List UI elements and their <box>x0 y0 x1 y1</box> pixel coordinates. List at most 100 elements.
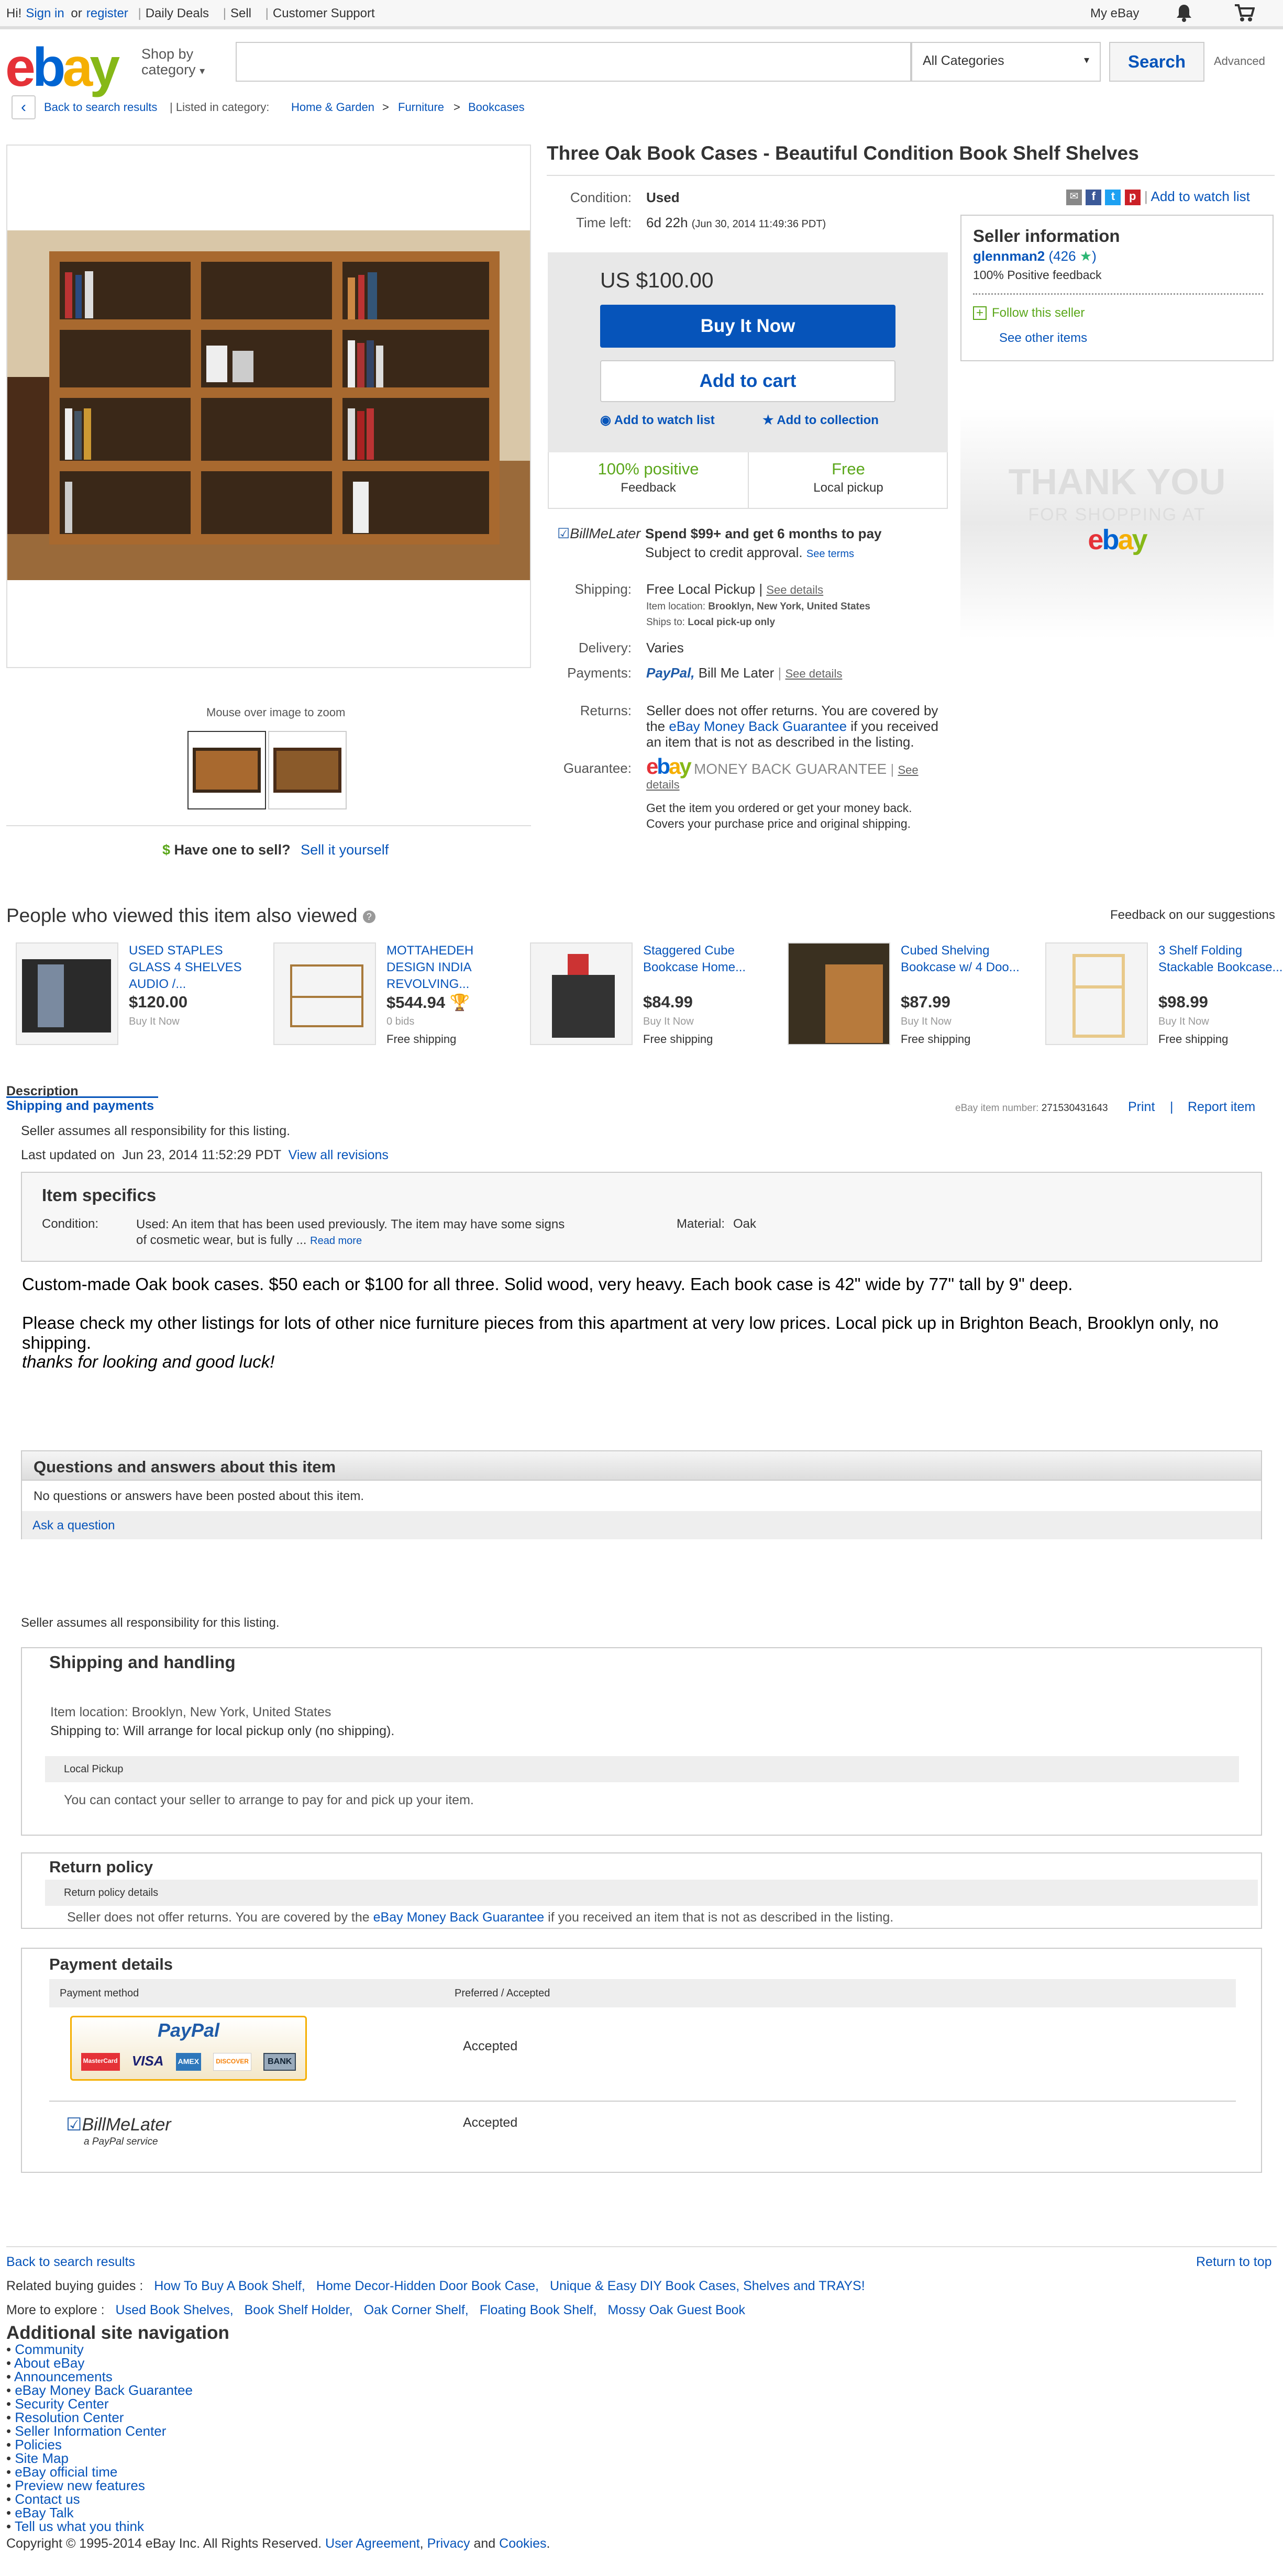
sell-link[interactable]: Sell <box>230 6 251 20</box>
also-viewed-card[interactable]: Staggered Cube Bookcase Home... $84.99 B… <box>521 942 772 1052</box>
nav-mbg[interactable]: eBay Money Back Guarantee <box>6 2383 193 2397</box>
feedback-percent: 100% positive <box>598 460 699 478</box>
tab-shipping-payments[interactable]: Shipping and payments <box>6 1098 154 1114</box>
footer-back-link[interactable]: Back to search results <box>6 2255 135 2270</box>
product-title[interactable]: MOTTAHEDEH DESIGN INDIA REVOLVING... <box>386 942 512 993</box>
pinterest-icon[interactable]: p <box>1124 190 1141 206</box>
also-viewed-card[interactable]: Cubed Shelving Bookcase w/ 4 Doo... $87.… <box>778 942 1030 1052</box>
shop-by-category[interactable]: Shop by category ▾ <box>141 46 205 79</box>
buy-it-now-button[interactable]: Buy It Now <box>600 305 895 348</box>
add-to-watch-list-link[interactable]: Add to watch list <box>1151 188 1250 204</box>
nav-feedback[interactable]: Tell us what you think <box>6 2519 193 2533</box>
nav-announcements[interactable]: Announcements <box>6 2370 193 2383</box>
cart-icon[interactable] <box>1234 3 1255 23</box>
sell-it-yourself-link[interactable]: Sell it yourself <box>301 842 389 858</box>
product-thumbnail[interactable] <box>16 942 118 1045</box>
nav-official-time[interactable]: eBay official time <box>6 2465 193 2479</box>
search-button[interactable]: Search <box>1109 42 1204 82</box>
also-viewed-card[interactable]: USED STAPLES GLASS 4 SHELVES AUDIO /... … <box>6 942 258 1052</box>
customer-support-link[interactable]: Customer Support <box>273 6 375 20</box>
guide-link[interactable]: Unique & Easy DIY Book Cases, Shelves an… <box>550 2279 865 2293</box>
ships-to: Ships to: Local pick-up only <box>646 617 776 628</box>
notification-bell-icon[interactable] <box>1175 3 1193 23</box>
return-details-label: Return policy details <box>64 1887 159 1898</box>
amex-icon: AMEX <box>175 2053 202 2071</box>
explore-link[interactable]: Used Book Shelves, <box>116 2303 234 2317</box>
guide-link[interactable]: How To Buy A Book Shelf, <box>154 2279 305 2293</box>
watch-list-link[interactable]: ◉ Add to watch list <box>600 413 715 428</box>
guide-link[interactable]: Home Decor-Hidden Door Book Case, <box>316 2279 539 2293</box>
add-to-cart-button[interactable]: Add to cart <box>600 360 895 402</box>
sign-in-link[interactable]: Sign in <box>26 6 64 20</box>
add-to-collection-link[interactable]: ★ Add to collection <box>762 413 879 428</box>
product-thumbnail[interactable] <box>1045 942 1148 1045</box>
nav-policies[interactable]: Policies <box>6 2438 193 2451</box>
divider <box>6 2246 1277 2247</box>
return-mbg-link[interactable]: eBay Money Back Guarantee <box>373 1910 545 1925</box>
product-thumbnail[interactable] <box>530 942 633 1045</box>
explore-link[interactable]: Oak Corner Shelf, <box>364 2303 469 2317</box>
search-input[interactable] <box>236 42 911 82</box>
also-viewed-card[interactable]: 3 Shelf Folding Stackable Bookcase... $9… <box>1036 942 1283 1052</box>
product-thumbnail[interactable] <box>788 942 890 1045</box>
ebay-logo[interactable]: ebay <box>5 37 120 99</box>
money-back-guarantee-link[interactable]: eBay Money Back Guarantee <box>669 718 847 734</box>
product-title[interactable]: 3 Shelf Folding Stackable Bookcase... <box>1158 942 1283 976</box>
nav-ebay-talk[interactable]: eBay Talk <box>6 2506 193 2519</box>
see-other-items-link[interactable]: See other items <box>999 331 1087 346</box>
product-title[interactable]: Cubed Shelving Bookcase w/ 4 Doo... <box>901 942 1026 976</box>
cookies-link[interactable]: Cookies <box>499 2536 546 2551</box>
ask-question-link[interactable]: Ask a question <box>32 1518 115 1533</box>
thumbnail-2[interactable] <box>268 731 347 809</box>
category-select[interactable]: All Categories ▾ <box>911 42 1101 82</box>
email-icon[interactable]: ✉ <box>1066 190 1082 206</box>
register-link[interactable]: register <box>86 6 128 20</box>
seller-name[interactable]: glennman2 (426 ★) <box>973 248 1097 264</box>
explore-link[interactable]: Floating Book Shelf, <box>480 2303 597 2317</box>
product-title[interactable]: Staggered Cube Bookcase Home... <box>643 942 769 976</box>
breadcrumb-bookcases[interactable]: Bookcases <box>468 101 525 114</box>
advanced-search-link[interactable]: Advanced <box>1214 54 1265 68</box>
daily-deals-link[interactable]: Daily Deals <box>146 6 209 20</box>
nav-resolution[interactable]: Resolution Center <box>6 2411 193 2424</box>
nav-site-map[interactable]: Site Map <box>6 2451 193 2465</box>
product-thumbnail[interactable] <box>273 942 376 1045</box>
view-revisions-link[interactable]: View all revisions <box>289 1148 389 1162</box>
explore-link[interactable]: Book Shelf Holder, <box>245 2303 353 2317</box>
privacy-link[interactable]: Privacy <box>427 2536 470 2551</box>
visa-icon: VISA <box>131 2053 164 2069</box>
info-icon[interactable]: ? <box>362 911 375 924</box>
user-agreement-link[interactable]: User Agreement <box>325 2536 420 2551</box>
read-more-link[interactable]: Read more <box>310 1235 362 1247</box>
print-link[interactable]: Print <box>1128 1100 1155 1115</box>
qa-heading: Questions and answers about this item <box>34 1458 336 1476</box>
item-photo[interactable] <box>7 230 530 580</box>
nav-community[interactable]: Community <box>6 2342 193 2356</box>
breadcrumb-furniture[interactable]: Furniture <box>398 101 444 114</box>
nav-contact[interactable]: Contact us <box>6 2492 193 2506</box>
report-item-link[interactable]: Report item <box>1188 1100 1255 1115</box>
breadcrumb-home-garden[interactable]: Home & Garden <box>291 101 374 114</box>
payments-see-details-link[interactable]: See details <box>785 667 842 680</box>
also-viewed-card[interactable]: MOTTAHEDEH DESIGN INDIA REVOLVING... $54… <box>264 942 515 1052</box>
return-to-top-link[interactable]: Return to top <box>1196 2255 1272 2270</box>
guarantee-details-link[interactable]: details <box>646 778 680 792</box>
nav-seller-info[interactable]: Seller Information Center <box>6 2424 193 2438</box>
feedback-suggestions-link[interactable]: Feedback on our suggestions <box>1110 908 1275 923</box>
shipping-see-details-link[interactable]: See details <box>766 583 823 596</box>
nav-security[interactable]: Security Center <box>6 2397 193 2411</box>
main-image-panel[interactable] <box>6 145 531 668</box>
back-arrow-icon[interactable]: ‹ <box>12 95 36 119</box>
explore-link[interactable]: Mossy Oak Guest Book <box>607 2303 745 2317</box>
see-terms-link[interactable]: See terms <box>806 548 854 560</box>
follow-seller-link[interactable]: + Follow this seller <box>973 306 1085 320</box>
nav-about[interactable]: About eBay <box>6 2356 193 2370</box>
twitter-icon[interactable]: t <box>1105 190 1121 206</box>
facebook-icon[interactable]: f <box>1086 190 1102 206</box>
my-ebay-link[interactable]: My eBay <box>1090 6 1139 21</box>
nav-preview[interactable]: Preview new features <box>6 2479 193 2492</box>
product-title[interactable]: USED STAPLES GLASS 4 SHELVES AUDIO /... <box>129 942 255 993</box>
thumbnail-1[interactable] <box>187 731 266 809</box>
back-to-results-link[interactable]: Back to search results <box>44 101 157 114</box>
guarantee-see-link[interactable]: See <box>898 763 918 776</box>
